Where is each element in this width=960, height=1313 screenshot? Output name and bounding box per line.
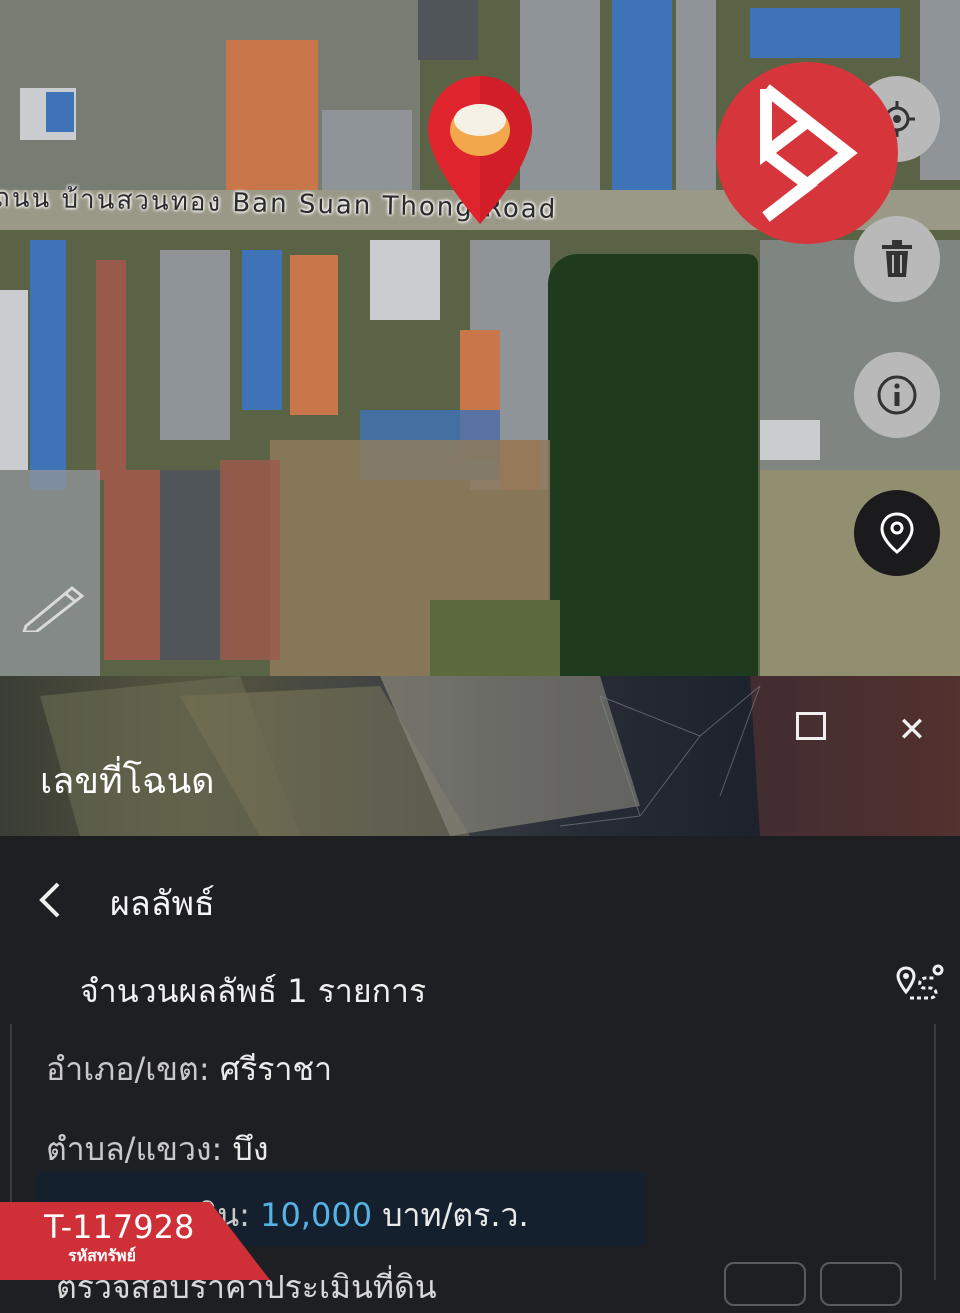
map-block	[226, 40, 318, 190]
map-block	[760, 470, 960, 676]
subdistrict-label: ตำบล/แขวง:	[46, 1130, 223, 1168]
info-icon[interactable]	[854, 352, 940, 438]
map-block	[220, 460, 280, 660]
price-unit: บาท/ตร.ว.	[382, 1196, 529, 1234]
property-code-caption: รหัสทรัพย์	[68, 1246, 136, 1265]
close-button[interactable]: ✕	[890, 708, 934, 752]
result-count: จำนวนผลลัพธ์ 1 รายการ	[80, 972, 427, 1010]
map-block	[322, 110, 412, 190]
map-block	[0, 290, 28, 470]
action-button[interactable]	[820, 1262, 902, 1306]
map-pin-icon[interactable]	[854, 490, 940, 576]
map-block	[30, 240, 66, 490]
brand-b-logo-icon	[716, 62, 898, 244]
map-block	[676, 0, 716, 190]
map-block	[242, 250, 282, 410]
grass-area	[430, 600, 560, 676]
map-block	[96, 260, 126, 480]
district-value: ศรีราชา	[219, 1050, 333, 1088]
results-title: ผลลัพธ์	[110, 884, 215, 924]
route-icon[interactable]	[896, 962, 944, 1002]
satellite-map[interactable]: ถนน บ้านสวนทอง Ban Suan Thong Road	[0, 0, 960, 676]
map-block	[160, 250, 230, 440]
map-block	[760, 420, 820, 460]
district-label: อำเภอ/เขต:	[46, 1050, 210, 1088]
pencil-icon[interactable]	[20, 580, 90, 632]
map-block	[104, 470, 164, 660]
map-block	[46, 92, 74, 132]
maximize-button[interactable]	[796, 712, 826, 740]
action-button[interactable]	[724, 1262, 806, 1306]
panel-title: เลขที่โฉนด	[40, 761, 215, 802]
price-value: 10,000	[260, 1196, 373, 1234]
property-code: T-117928	[44, 1208, 195, 1246]
map-block	[612, 0, 672, 190]
subdistrict-value: บึง	[232, 1130, 269, 1168]
subdistrict-row: ตำบล/แขวง: บึง	[46, 1124, 268, 1175]
map-block	[370, 240, 440, 320]
map-block	[290, 255, 338, 415]
back-chevron-icon[interactable]	[32, 876, 72, 924]
tree-plantation	[548, 254, 758, 676]
location-pin-icon[interactable]	[424, 74, 536, 226]
map-block	[418, 0, 478, 60]
district-row: อำเภอ/เขต: ศรีราชา	[46, 1044, 332, 1095]
map-block	[750, 8, 900, 58]
trash-icon[interactable]	[854, 216, 940, 302]
map-block	[0, 470, 100, 676]
